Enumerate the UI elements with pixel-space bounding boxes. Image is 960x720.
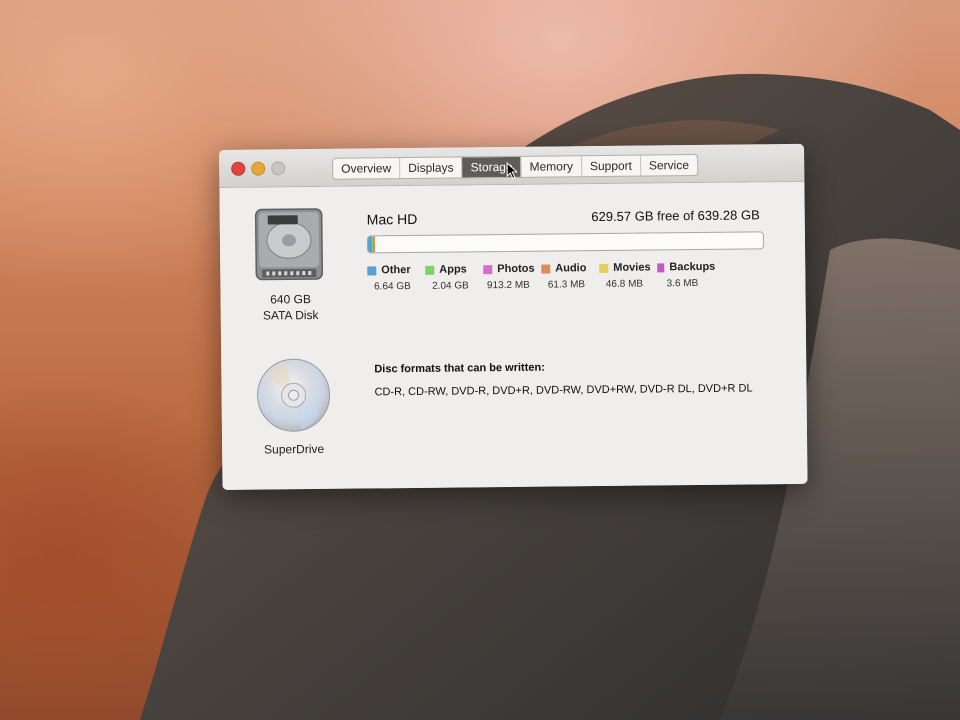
- storage-usage-bar: [366, 231, 765, 254]
- title-bar: Overview Displays Storage Memory Support…: [219, 143, 805, 188]
- storage-legend: Other 6.64 GB Apps 2.04 GB Photos 913.2 …: [367, 261, 715, 293]
- legend-item-apps: Apps 2.04 GB: [425, 263, 483, 292]
- legend-label: Audio: [555, 262, 587, 275]
- tab-memory[interactable]: Memory: [521, 156, 583, 177]
- zoom-icon[interactable]: [271, 161, 286, 176]
- legend-item-audio: Audio 61.3 MB: [541, 262, 599, 291]
- tab-support[interactable]: Support: [581, 155, 642, 177]
- legend-item-backups: Backups 3.6 MB: [657, 261, 715, 290]
- tab-overview[interactable]: Overview: [333, 158, 401, 179]
- legend-item-movies: Movies 46.8 MB: [599, 261, 657, 290]
- legend-item-photos: Photos 913.2 MB: [483, 263, 541, 292]
- legend-label: Photos: [497, 262, 535, 276]
- close-icon[interactable]: [231, 161, 246, 176]
- legend-swatch: [599, 263, 609, 273]
- legend-item-other: Other 6.64 GB: [367, 264, 425, 293]
- hard-drive-icon: [254, 208, 324, 281]
- legend-swatch: [367, 265, 377, 275]
- storage-pane: 640 GB SATA Disk SuperDrive Mac HD 629.5…: [219, 181, 808, 490]
- drive-capacity: 640 GB: [270, 292, 311, 307]
- volume-free-space: 629.57 GB free of 639.28 GB: [591, 207, 760, 225]
- legend-swatch: [541, 264, 551, 274]
- disc-icon: [257, 358, 331, 432]
- legend-label: Movies: [613, 261, 651, 274]
- legend-value: 913.2 MB: [486, 279, 530, 292]
- legend-value: 61.3 MB: [547, 279, 586, 291]
- legend-label: Other: [381, 264, 411, 277]
- legend-label: Backups: [669, 260, 716, 274]
- drive-type: SATA Disk: [262, 307, 319, 323]
- optical-drive-name: SuperDrive: [264, 441, 325, 457]
- legend-value: 46.8 MB: [605, 278, 644, 290]
- legend-swatch: [425, 265, 435, 275]
- disc-formats-list: CD-R, CD-RW, DVD-R, DVD+R, DVD-RW, DVD+R…: [374, 382, 753, 399]
- legend-swatch: [657, 262, 665, 272]
- arrow-cursor-icon: [506, 161, 519, 180]
- legend-value: 6.64 GB: [374, 280, 411, 293]
- legend-value: 3.6 MB: [666, 277, 699, 290]
- usage-segment-audio: [374, 236, 376, 253]
- tab-service[interactable]: Service: [641, 155, 697, 176]
- legend-swatch: [483, 264, 493, 274]
- minimize-icon[interactable]: [251, 161, 266, 176]
- disc-formats-heading: Disc formats that can be written:: [374, 361, 545, 376]
- legend-value: 2.04 GB: [432, 280, 469, 292]
- legend-label: Apps: [439, 263, 467, 276]
- about-this-mac-window: Overview Displays Storage Memory Support…: [219, 143, 808, 490]
- tab-displays[interactable]: Displays: [400, 157, 463, 179]
- volume-name: Mac HD: [366, 210, 418, 228]
